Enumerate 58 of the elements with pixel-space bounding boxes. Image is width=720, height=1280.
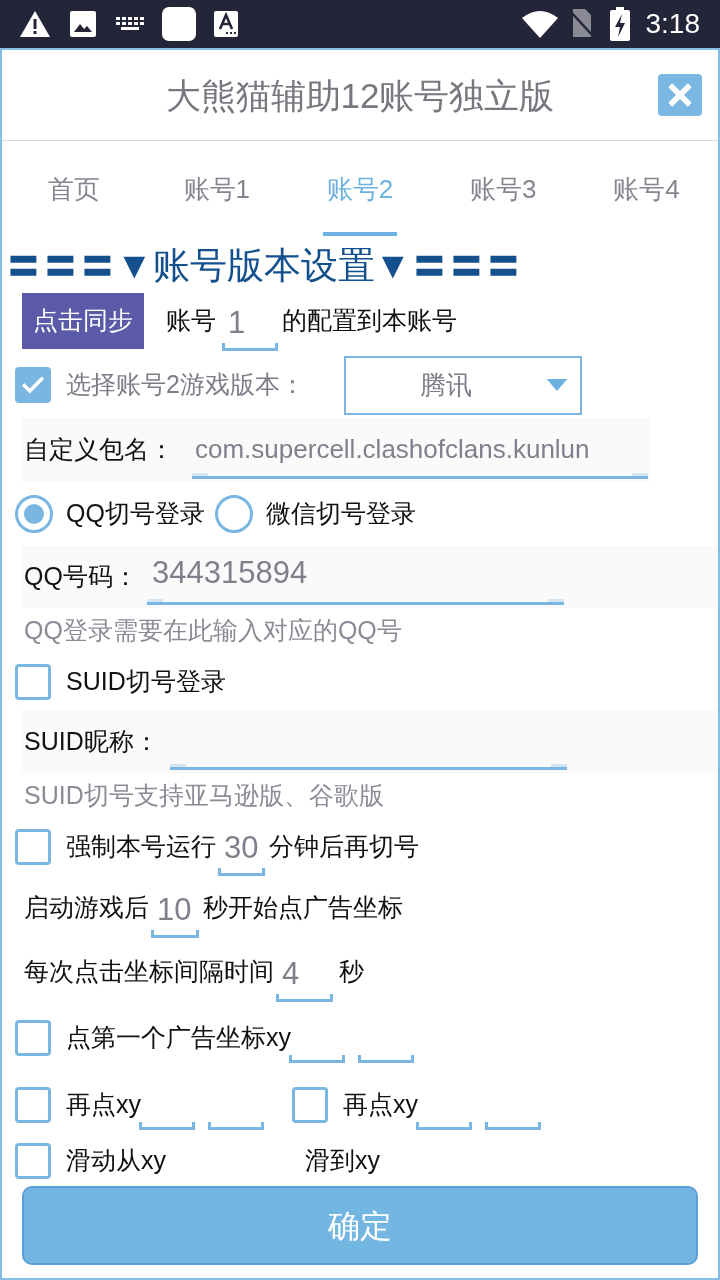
option-label: 强制本号运行 xyxy=(66,831,216,863)
blank-square-icon xyxy=(162,7,196,41)
option-label: 再点xy xyxy=(343,1089,418,1121)
keyboard-icon xyxy=(116,17,144,31)
warning-icon xyxy=(20,11,50,37)
checkbox[interactable] xyxy=(15,367,51,403)
version-dropdown[interactable]: 腾讯 xyxy=(344,355,582,415)
sync-label: 的配置到本账号 xyxy=(282,305,457,337)
option-label: 滑到xy xyxy=(305,1145,380,1177)
option-label: SUID切号登录 xyxy=(66,665,226,697)
field-label: 自定义包名： xyxy=(24,434,175,466)
field-label: QQ号码： xyxy=(24,561,139,593)
caret-icon xyxy=(546,379,568,391)
input-field[interactable]: 10 xyxy=(151,892,199,938)
checkbox[interactable] xyxy=(15,1087,51,1123)
checkbox[interactable] xyxy=(15,829,51,865)
section-heading: 〓〓〓▼账号版本设置▼〓〓〓 xyxy=(5,246,523,284)
option-label: 选择账号2游戏版本： xyxy=(66,369,306,401)
input-field[interactable]: 30 xyxy=(218,830,265,876)
battery-charging-icon xyxy=(609,7,630,41)
option-label: 再点xy xyxy=(66,1089,141,1121)
clock-time: 3:18 xyxy=(645,10,700,38)
tab[interactable]: 账号3 xyxy=(431,141,575,240)
option-label: 点第一个广告坐标xy xyxy=(66,1022,291,1054)
sync-button[interactable]: 点击同步 xyxy=(22,293,144,349)
close-icon xyxy=(667,82,693,108)
radio-button[interactable] xyxy=(214,495,253,533)
setting-label: 启动游戏后 xyxy=(24,892,149,924)
setting-label: 秒开始点广告坐标 xyxy=(203,892,403,924)
option-label: 分钟后再切号 xyxy=(269,831,419,863)
dialog-title: 大熊猫辅助12账号独立版 xyxy=(164,77,556,113)
setting-label: 每次点击坐标间隔时间 xyxy=(24,956,274,988)
confirm-button[interactable]: 确定 xyxy=(22,1186,698,1265)
radio-button[interactable] xyxy=(15,495,53,533)
tab[interactable]: 首页 xyxy=(2,141,146,240)
image-icon xyxy=(70,11,96,37)
input-field[interactable]: 1 xyxy=(222,305,278,351)
tab[interactable]: 账号1 xyxy=(145,141,289,240)
option-label: 滑动从xy xyxy=(66,1145,167,1177)
option-label: QQ切号登录 xyxy=(66,498,205,530)
setting-label: 秒 xyxy=(339,956,364,988)
close-button[interactable] xyxy=(658,74,702,116)
letter-tile-icon xyxy=(214,11,238,37)
checkbox[interactable] xyxy=(292,1087,328,1123)
checkbox[interactable] xyxy=(15,663,51,700)
sync-label: 账号 xyxy=(166,305,216,337)
field-label: SUID昵称： xyxy=(24,725,160,757)
input-field[interactable]: 344315894 xyxy=(147,546,564,608)
checkbox[interactable] xyxy=(15,1020,51,1056)
input-field[interactable]: 4 xyxy=(276,956,333,1002)
checkbox[interactable] xyxy=(15,1143,51,1179)
option-label: 微信切号登录 xyxy=(265,498,416,530)
wifi-icon xyxy=(521,10,558,38)
hint-text: QQ登录需要在此输入对应的QQ号 xyxy=(24,614,402,646)
tab[interactable]: 账号4 xyxy=(574,141,718,240)
input-field[interactable]: com.supercell.clashofclans.kunlun xyxy=(192,418,648,482)
tab[interactable]: 账号2 xyxy=(288,141,432,240)
hint-text: SUID切号支持亚马逊版、谷歌版 xyxy=(24,779,384,811)
